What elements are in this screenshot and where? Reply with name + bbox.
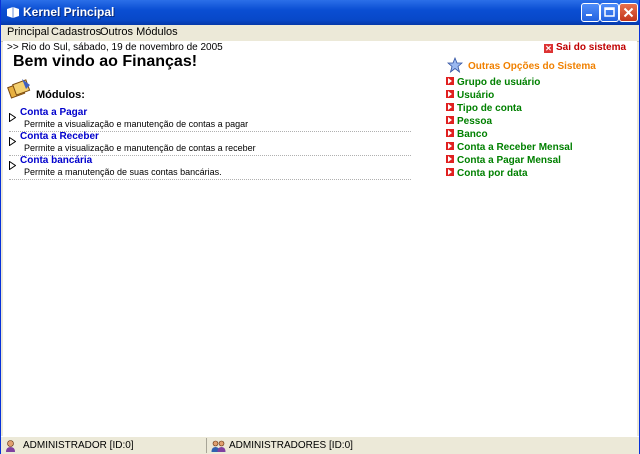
sidebar-item-banco[interactable]: Banco <box>446 129 488 140</box>
modules-title: Módulos: <box>36 89 85 101</box>
module-description: Permite a manutenção de suas contas banc… <box>24 167 222 177</box>
sidebar-item-label: Banco <box>457 129 488 140</box>
arrow-icon <box>446 168 454 176</box>
sidebar-title: Outras Opções do Sistema <box>468 61 596 72</box>
module-description: Permite a visualização e manutenção de c… <box>24 143 256 153</box>
module-description: Permite a visualização e manutenção de c… <box>24 119 249 129</box>
arrow-icon <box>446 90 454 98</box>
triangle-icon <box>9 113 16 122</box>
menu-outros-modulos[interactable]: Outros Módulos <box>100 26 178 38</box>
page-title: Bem vindo ao Finanças! <box>13 53 198 70</box>
module-link[interactable]: Conta a Pagar <box>20 107 87 118</box>
maximize-icon <box>604 7 615 17</box>
status-group: ADMINISTRADORES [ID:0] <box>229 440 353 451</box>
close-button[interactable] <box>619 3 638 22</box>
minimize-button[interactable] <box>581 3 600 22</box>
arrow-icon <box>446 142 454 150</box>
star-icon <box>447 57 463 73</box>
sidebar-item-label: Conta a Receber Mensal <box>457 142 573 153</box>
status-cell-user: ADMINISTRADOR [ID:0] <box>1 438 207 453</box>
logout-link[interactable]: ✕ Sai do sistema <box>544 42 626 53</box>
sidebar-item-usuario[interactable]: Usuário <box>446 90 494 101</box>
arrow-icon <box>446 116 454 124</box>
window-title: Kernel Principal <box>23 5 115 19</box>
group-icon <box>211 440 226 452</box>
module-link[interactable]: Conta bancária <box>20 155 92 166</box>
sidebar-item-pessoa[interactable]: Pessoa <box>446 116 492 127</box>
sidebar-item-conta-receber-mensal[interactable]: Conta a Receber Mensal <box>446 142 573 153</box>
module-link[interactable]: Conta a Receber <box>20 131 99 142</box>
triangle-icon <box>9 137 16 146</box>
sidebar-item-tipo-conta[interactable]: Tipo de conta <box>446 103 522 114</box>
title-bar[interactable]: Kernel Principal <box>1 0 639 25</box>
modules-icon <box>7 79 31 99</box>
menu-cadastros[interactable]: Cadastros <box>51 26 101 38</box>
logout-label: Sai do sistema <box>556 42 627 53</box>
menu-principal[interactable]: Principal <box>7 26 49 38</box>
maximize-button[interactable] <box>600 3 619 22</box>
sidebar-item-grupo-usuario[interactable]: Grupo de usuário <box>446 77 540 88</box>
menu-bar: Principal Cadastros Outros Módulos <box>1 25 639 42</box>
sidebar-item-conta-por-data[interactable]: Conta por data <box>446 168 528 179</box>
close-icon <box>623 7 634 18</box>
user-icon <box>6 440 15 452</box>
sidebar-item-label: Conta a Pagar Mensal <box>457 155 561 166</box>
sidebar-item-label: Grupo de usuário <box>457 77 541 88</box>
module-conta-pagar: Conta a Pagar Permite a visualização e m… <box>9 107 411 132</box>
arrow-icon <box>446 129 454 137</box>
main-window: Kernel Principal Principal Cadastros Out… <box>0 0 640 454</box>
arrow-icon <box>446 103 454 111</box>
minimize-icon <box>586 14 592 16</box>
status-cell-group: ADMINISTRADORES [ID:0] <box>207 438 627 453</box>
logout-icon: ✕ <box>544 44 553 53</box>
app-icon <box>7 7 19 18</box>
arrow-icon <box>446 155 454 163</box>
triangle-icon <box>9 161 16 170</box>
sidebar-item-label: Tipo de conta <box>457 103 522 114</box>
status-user: ADMINISTRADOR [ID:0] <box>23 440 134 451</box>
sidebar-item-label: Conta por data <box>457 168 528 179</box>
arrow-icon <box>446 77 454 85</box>
date-line: >> Rio do Sul, sábado, 19 de novembro de… <box>7 42 223 53</box>
sidebar-item-conta-pagar-mensal[interactable]: Conta a Pagar Mensal <box>446 155 561 166</box>
sidebar-item-label: Pessoa <box>457 116 493 127</box>
module-conta-receber: Conta a Receber Permite a visualização e… <box>9 131 411 156</box>
sidebar-item-label: Usuário <box>457 90 495 101</box>
content-area: >> Rio do Sul, sábado, 19 de novembro de… <box>3 41 637 436</box>
status-bar: ADMINISTRADOR [ID:0] ADMINISTRADORES [ID… <box>1 436 639 454</box>
module-conta-bancaria: Conta bancária Permite a manutenção de s… <box>9 155 411 180</box>
